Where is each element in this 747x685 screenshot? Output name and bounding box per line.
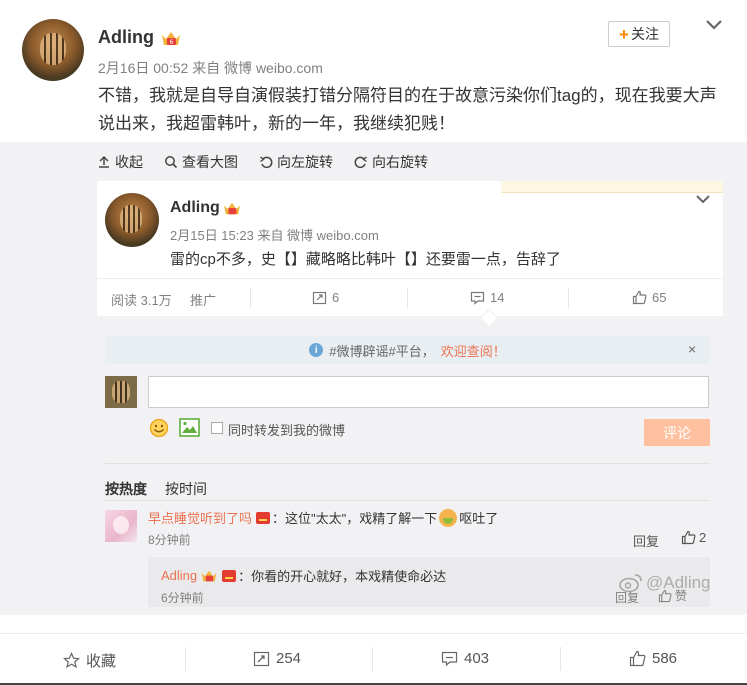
media-toolbar: 收起 查看大图 向左旋转 向右旋转 <box>97 152 428 172</box>
repost-count-button[interactable]: 6 <box>312 290 339 305</box>
collapse-label: 收起 <box>115 154 143 170</box>
info-icon: i <box>309 343 324 357</box>
divider <box>105 500 710 501</box>
follow-label: 关注 <box>630 26 659 42</box>
sub-comment-time: 6分钟前 <box>161 591 204 605</box>
repost-icon <box>312 291 327 305</box>
repost-author-name[interactable]: Adling <box>170 199 220 217</box>
rumor-notice: i #微博辟谣#平台， 欢迎查阅！ <box>105 336 710 364</box>
comment-count-button[interactable]: 14 <box>470 290 504 305</box>
favorite-button[interactable]: 收藏 <box>63 650 116 671</box>
rotate-right-label: 向右旋转 <box>372 154 428 170</box>
comment-item: 早点睡觉听到了吗 ：这位"太太"，戏精了解一下 呕吐了 <box>148 508 498 527</box>
vip-crown-icon <box>224 202 240 215</box>
comment-input[interactable] <box>148 376 709 408</box>
repost-icon <box>253 651 270 667</box>
comment-count: 14 <box>490 290 505 305</box>
repost-total: 254 <box>276 650 302 667</box>
repost-checkbox[interactable] <box>211 422 223 434</box>
view-large-button[interactable]: 查看大图 <box>164 152 238 172</box>
collapse-button[interactable]: 收起 <box>97 152 143 172</box>
divider <box>105 463 710 464</box>
notice-text: #微博辟谣#平台， <box>329 343 435 359</box>
thumbs-up-icon <box>629 650 646 667</box>
follow-button[interactable]: + 关注 <box>608 21 670 47</box>
comment-text: ：这位"太太"，戏精了解一下 <box>272 511 438 526</box>
comment-like-button[interactable]: 2 <box>681 530 706 545</box>
post-meta: 2月16日 00:52 来自 微博 weibo.com <box>98 60 323 76</box>
promote-link[interactable]: 推广 <box>190 290 216 309</box>
author-name[interactable]: Adling <box>98 27 154 48</box>
vip-crown-icon: 6 <box>162 32 180 46</box>
svg-text:6: 6 <box>170 39 174 46</box>
post-action-bar: 收藏 254 403 586 <box>0 633 747 685</box>
chevron-down-icon[interactable] <box>704 18 724 32</box>
post-text: 不错，我就是自导自演假装打错分隔符目的在于故意污染你们tag的，现在我要大声说出… <box>98 86 717 133</box>
repost-stats-bar: 阅读 3.1万 推广 6 14 65 <box>97 278 723 316</box>
repost-count: 6 <box>332 290 340 305</box>
repost-text: 雷的cp不多，史【】藏略略比韩叶【】还要雷一点，告辞了 <box>170 251 561 268</box>
rotate-right-icon <box>354 156 367 169</box>
sub-comment-line: Adling ：你看的开心就好，本戏精使命必达 <box>161 566 446 585</box>
close-icon[interactable]: × <box>688 341 696 357</box>
repost-meta: 2月15日 15:23 来自 微博 weibo.com <box>170 228 379 243</box>
sub-comment-text: ：你看的开心就好，本戏精使命必达 <box>238 569 447 584</box>
comment-icon <box>470 291 485 305</box>
thumbs-up-icon <box>681 530 696 545</box>
comment-time: 8分钟前 <box>148 533 191 547</box>
like-button[interactable]: 586 <box>629 650 677 667</box>
notice-link[interactable]: 欢迎查阅！ <box>441 341 506 360</box>
search-icon <box>165 156 178 169</box>
star-icon <box>63 652 80 669</box>
rotate-left-label: 向左旋转 <box>277 154 333 170</box>
weibo-logo-icon <box>619 574 642 593</box>
favorite-label: 收藏 <box>86 653 117 670</box>
comment-like-count: 2 <box>699 530 707 545</box>
rotate-left-button[interactable]: 向左旋转 <box>259 152 333 172</box>
comment-text-end: 呕吐了 <box>459 511 499 526</box>
submit-comment-button[interactable]: 评论 <box>644 419 710 446</box>
vip-crown-icon <box>201 570 217 581</box>
commenter-avatar[interactable] <box>105 510 137 542</box>
collapse-up-icon <box>99 155 109 168</box>
card-highlight-strip <box>501 181 723 193</box>
member-badge-icon <box>222 569 237 582</box>
repost-author-avatar[interactable] <box>105 193 159 247</box>
like-total: 586 <box>652 650 678 667</box>
sort-by-hot[interactable]: 按热度 <box>105 479 147 499</box>
member-badge-icon <box>256 511 271 524</box>
current-user-avatar <box>105 376 137 408</box>
vomit-emoji-icon <box>439 508 458 527</box>
weibo-watermark: @Adling <box>619 573 711 593</box>
watermark-text: @Adling <box>646 573 711 592</box>
comment-button[interactable]: 403 <box>441 650 489 667</box>
plus-icon: + <box>619 24 629 44</box>
thumbs-up-icon <box>632 290 647 305</box>
read-count: 阅读 3.1万 <box>111 290 172 309</box>
repost-button[interactable]: 254 <box>253 650 301 667</box>
sub-commenter-name[interactable]: Adling <box>161 568 197 583</box>
rotate-left-icon <box>260 156 273 169</box>
like-count: 65 <box>652 290 667 305</box>
promote-label: 推广 <box>190 293 217 308</box>
like-count-button[interactable]: 65 <box>632 290 666 305</box>
comment-total: 403 <box>464 650 490 667</box>
read-count-label: 阅读 3.1万 <box>111 293 172 308</box>
repost-checkbox-label: 同时转发到我的微博 <box>228 423 346 438</box>
reply-button[interactable]: 回复 <box>633 531 659 550</box>
author-avatar[interactable] <box>22 19 84 81</box>
view-large-label: 查看大图 <box>182 154 238 170</box>
chevron-down-icon[interactable] <box>695 194 711 205</box>
sort-by-time[interactable]: 按时间 <box>165 479 207 499</box>
rotate-right-button[interactable]: 向右旋转 <box>354 152 428 172</box>
emoji-icon[interactable] <box>149 418 169 438</box>
comment-icon <box>441 651 458 667</box>
commenter-name[interactable]: 早点睡觉听到了吗 <box>148 508 252 527</box>
image-icon[interactable] <box>179 418 200 437</box>
